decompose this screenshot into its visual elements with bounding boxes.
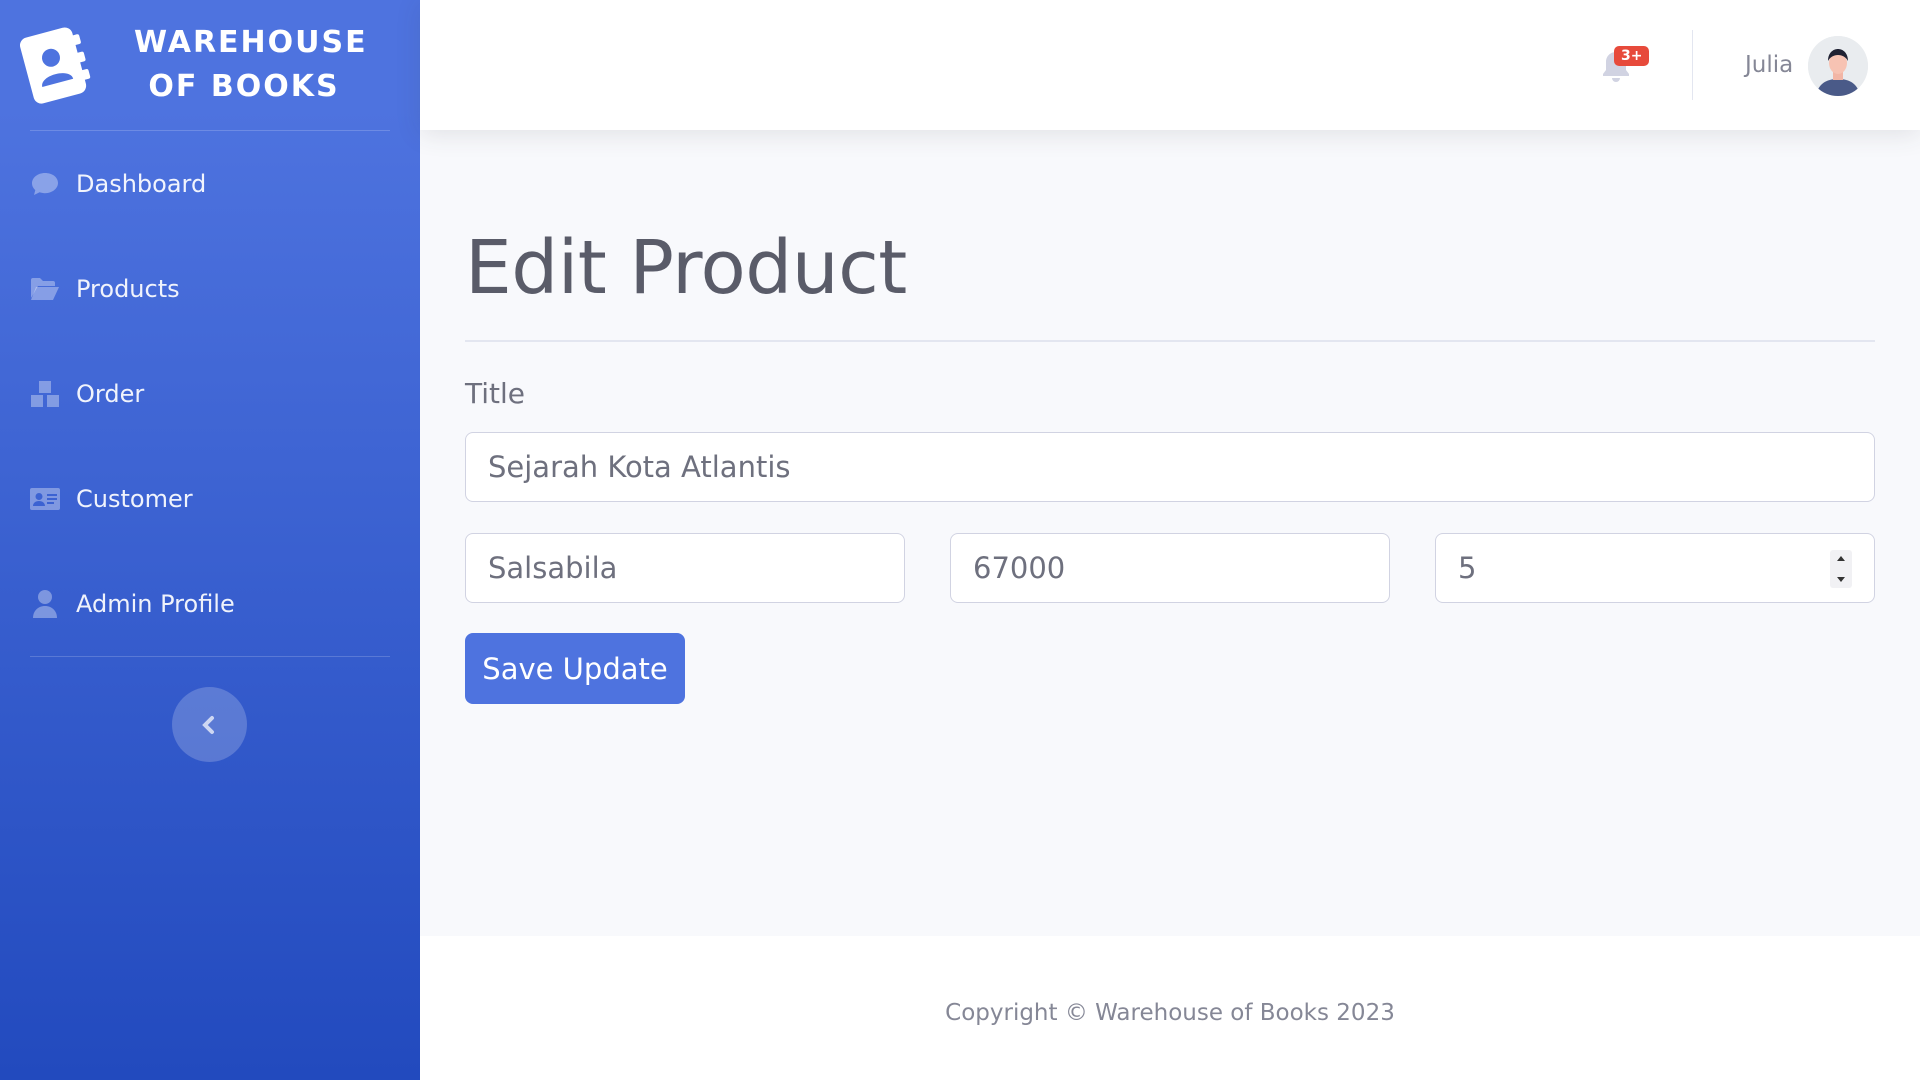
sidebar-item-dashboard[interactable]: Dashboard (0, 131, 420, 236)
topbar-divider (1692, 30, 1693, 100)
topbar: 3+ Julia (420, 0, 1920, 130)
user-icon (30, 589, 60, 619)
comment-icon (30, 169, 60, 199)
title-input[interactable]: Sejarah Kota Atlantis (465, 432, 1875, 502)
title-label: Title (465, 377, 526, 410)
brand[interactable]: WAREHOUSE OF BOOKS (0, 0, 420, 130)
page-title: Edit Product (465, 225, 907, 311)
sidebar: WAREHOUSE OF BOOKS Dashboard Products Or… (0, 0, 420, 1080)
sidebar-item-label: Admin Profile (76, 589, 235, 618)
sidebar-item-label: Customer (76, 484, 193, 513)
sidebar-item-admin-profile[interactable]: Admin Profile (0, 551, 420, 656)
copyright-text: Copyright © Warehouse of Books 2023 (945, 1000, 1395, 1026)
sidebar-nav: Dashboard Products Order Customer Admin … (0, 131, 420, 656)
user-name[interactable]: Julia (1745, 52, 1793, 78)
sidebar-toggle-wrap (0, 687, 420, 762)
footer: Copyright © Warehouse of Books 2023 (420, 936, 1920, 1080)
author-input[interactable]: Salsabila (465, 533, 905, 603)
main-content: Edit Product Title Sejarah Kota Atlantis… (420, 130, 1920, 936)
save-update-button[interactable]: Save Update (465, 633, 685, 704)
sidebar-divider (30, 656, 390, 657)
notification-badge: 3+ (1614, 46, 1650, 66)
stock-value: 5 (1458, 551, 1477, 585)
boxes-icon (30, 379, 60, 409)
sidebar-item-label: Products (76, 274, 180, 303)
title-divider (465, 340, 1875, 342)
chevron-left-icon (202, 715, 214, 734)
caret-up-icon[interactable] (1836, 554, 1846, 562)
sidebar-item-label: Order (76, 379, 145, 408)
id-card-icon (30, 484, 60, 514)
sidebar-item-label: Dashboard (76, 169, 207, 198)
stock-input[interactable]: 5 (1435, 533, 1875, 603)
sidebar-toggle-button[interactable] (171, 687, 247, 762)
folder-open-icon (30, 274, 60, 304)
brand-line-1: WAREHOUSE (134, 25, 368, 60)
caret-down-icon[interactable] (1836, 576, 1846, 584)
sidebar-item-customer[interactable]: Customer (0, 446, 420, 551)
quantity-stepper[interactable] (1830, 550, 1852, 588)
sidebar-item-products[interactable]: Products (0, 236, 420, 341)
address-book-icon (19, 27, 91, 104)
sidebar-item-order[interactable]: Order (0, 341, 420, 446)
avatar[interactable] (1808, 36, 1868, 96)
price-input[interactable]: 67000 (950, 533, 1390, 603)
brand-line-2: OF BOOKS (148, 69, 340, 104)
brand-name: WAREHOUSE OF BOOKS (134, 21, 368, 109)
